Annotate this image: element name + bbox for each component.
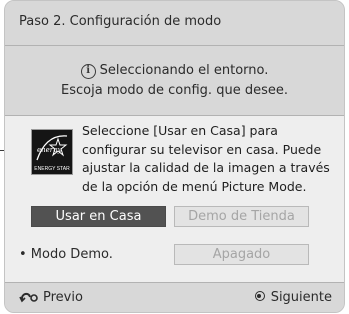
home-use-button[interactable]: Usar en Casa bbox=[31, 206, 166, 227]
next-label: Siguiente bbox=[270, 290, 332, 305]
info-line-1: Seleccionando el entorno. bbox=[99, 63, 269, 78]
mode-description: Seleccione [Usar en Casa] para configura… bbox=[82, 123, 330, 194]
energy-star-label: ENERGY STAR bbox=[34, 166, 70, 172]
info-icon: i bbox=[80, 64, 96, 79]
title-divider bbox=[5, 45, 344, 46]
title-bar: Paso 2. Configuración de modo bbox=[5, 1, 344, 45]
content-area: energy ENERGY STAR Seleccione [Usar en C… bbox=[5, 116, 344, 282]
dialog-title: Paso 2. Configuración de modo bbox=[19, 14, 222, 29]
energy-star-logo: energy ENERGY STAR bbox=[31, 129, 73, 175]
info-message: i Seleccionando el entorno. Escoja modo d… bbox=[5, 61, 344, 101]
demo-mode-label: • Modo Demo. bbox=[19, 247, 113, 262]
energy-star-icon: energy bbox=[36, 135, 68, 161]
store-demo-button[interactable]: Demo de Tienda bbox=[174, 206, 309, 227]
setup-dialog: Paso 2. Configuración de modo i Seleccion… bbox=[4, 0, 345, 313]
energy-script-text: energy bbox=[37, 146, 63, 154]
info-line-2: Escoja modo de config. que desee. bbox=[61, 83, 288, 98]
back-arrow-icon bbox=[19, 292, 38, 303]
demo-mode-value-button[interactable]: Apagado bbox=[174, 244, 309, 265]
previous-button[interactable]: Previo bbox=[19, 290, 83, 305]
dialog-footer: Previo Siguiente bbox=[5, 283, 344, 312]
next-button[interactable]: Siguiente bbox=[254, 290, 332, 305]
previous-label: Previo bbox=[43, 290, 83, 305]
ok-button-icon bbox=[254, 291, 265, 301]
